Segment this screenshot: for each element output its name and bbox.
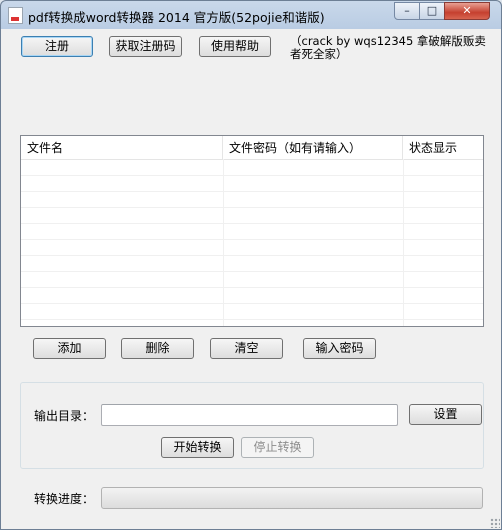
settings-button[interactable]: 设置	[409, 404, 482, 425]
stop-convert-button: 停止转换	[241, 437, 314, 458]
close-icon: ✕	[462, 4, 472, 17]
maximize-button[interactable]: □	[419, 2, 445, 20]
get-registration-code-button[interactable]: 获取注册码	[109, 36, 182, 57]
clear-button[interactable]: 清空	[210, 338, 283, 359]
list-row	[21, 240, 483, 256]
title-bar[interactable]: pdf转换成word转换器 2014 官方版(52pojie和谐版) – □ ✕	[1, 1, 501, 29]
list-row	[21, 224, 483, 240]
output-directory-input[interactable]	[101, 404, 398, 426]
list-row	[21, 272, 483, 288]
start-convert-button[interactable]: 开始转换	[161, 437, 234, 458]
close-button[interactable]: ✕	[444, 2, 490, 20]
input-password-button[interactable]: 输入密码	[303, 338, 376, 359]
list-row	[21, 192, 483, 208]
file-list[interactable]: 文件名 文件密码（如有请输入） 状态显示	[20, 135, 484, 327]
app-icon	[8, 7, 23, 24]
delete-button[interactable]: 删除	[121, 338, 194, 359]
help-button[interactable]: 使用帮助	[199, 36, 271, 57]
output-directory-label: 输出目录：	[34, 409, 95, 423]
crack-note: （crack by wqs12345 拿破解版贩卖者死全家）	[290, 34, 486, 61]
list-row	[21, 288, 483, 304]
list-row	[21, 304, 483, 320]
list-row	[21, 176, 483, 192]
list-row	[21, 256, 483, 272]
file-list-header: 文件名 文件密码（如有请输入） 状态显示	[21, 136, 483, 160]
list-row	[21, 208, 483, 224]
minimize-icon: –	[404, 4, 410, 17]
client-area: 注册 获取注册码 使用帮助 （crack by wqs12345 拿破解版贩卖者…	[8, 30, 494, 522]
main-window: pdf转换成word转换器 2014 官方版(52pojie和谐版) – □ ✕…	[0, 0, 502, 530]
maximize-icon: □	[426, 4, 438, 17]
column-header-password[interactable]: 文件密码（如有请输入）	[223, 136, 403, 159]
resize-grip[interactable]	[490, 518, 500, 528]
add-button[interactable]: 添加	[33, 338, 106, 359]
list-row	[21, 160, 483, 176]
conversion-progress-bar	[101, 487, 483, 509]
column-header-filename[interactable]: 文件名	[21, 136, 223, 159]
progress-label: 转换进度：	[34, 492, 95, 506]
register-button[interactable]: 注册	[21, 36, 93, 57]
column-header-status[interactable]: 状态显示	[403, 136, 483, 159]
minimize-button[interactable]: –	[394, 2, 420, 20]
window-title: pdf转换成word转换器 2014 官方版(52pojie和谐版)	[28, 10, 325, 25]
